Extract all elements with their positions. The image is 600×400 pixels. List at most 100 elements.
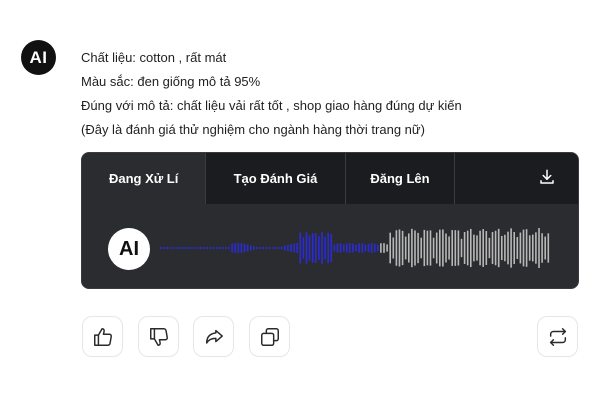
- waveform-bar: [525, 229, 528, 267]
- waveform-bar: [225, 247, 227, 249]
- waveform-bar: [253, 246, 255, 250]
- waveform-bar: [237, 243, 240, 253]
- waveform-bar: [352, 243, 354, 253]
- waveform-bar: [532, 234, 534, 262]
- waveform-bar: [435, 232, 438, 264]
- waveform-bar: [268, 247, 271, 249]
- waveform-bar: [246, 244, 249, 252]
- waveform-bar: [528, 235, 531, 261]
- download-button[interactable]: [454, 153, 578, 204]
- waveform-bar: [373, 243, 376, 253]
- thumbs-up-icon: [92, 326, 114, 348]
- waveform-bar: [262, 247, 264, 249]
- waveform-bar: [305, 232, 308, 264]
- assistant-avatar-text: AI: [29, 47, 48, 67]
- waveform-bar: [315, 233, 317, 263]
- waveform-bar: [277, 247, 280, 249]
- waveform-bar: [423, 229, 426, 267]
- assistant-avatar: AI: [21, 40, 56, 75]
- waveform-bar: [212, 247, 215, 249]
- waveform-bar: [311, 233, 314, 263]
- waveform-bar: [346, 243, 348, 253]
- waveform-bar: [457, 230, 460, 266]
- waveform-bar: [342, 244, 345, 252]
- waveform-bar: [497, 228, 500, 268]
- waveform-bar: [370, 243, 373, 253]
- waveform-bar: [296, 243, 298, 253]
- waveform-bar: [259, 247, 261, 249]
- waveform-bar: [231, 243, 233, 253]
- regenerate-button[interactable]: [537, 316, 578, 357]
- dislike-button[interactable]: [138, 316, 179, 357]
- waveform-bar: [293, 243, 295, 253]
- waveform-bar: [308, 235, 311, 261]
- waveform-bar: [249, 245, 252, 251]
- waveform-bar: [364, 244, 367, 252]
- waveform-bar: [349, 243, 351, 253]
- waveform-bar: [408, 233, 410, 263]
- waveform-bar: [494, 230, 497, 266]
- waveform-bar: [544, 236, 546, 260]
- share-button[interactable]: [193, 316, 234, 357]
- message-line: Chất liệu: cotton , rất mát: [81, 50, 227, 65]
- waveform-bar: [491, 232, 494, 264]
- waveform[interactable]: [82, 204, 579, 289]
- waveform-bar: [476, 235, 478, 261]
- waveform-bar: [395, 230, 398, 266]
- waveform-bar: [243, 243, 246, 253]
- copy-icon: [259, 326, 281, 348]
- waveform-bar: [318, 236, 320, 260]
- waveform-bar: [256, 247, 258, 249]
- waveform-bar: [271, 247, 274, 249]
- waveform-bar: [404, 236, 407, 260]
- waveform-area[interactable]: AI: [82, 204, 579, 289]
- waveform-bar: [206, 247, 209, 249]
- waveform-bar: [324, 236, 326, 260]
- player-avatar-text: AI: [119, 237, 139, 260]
- waveform-bar: [535, 232, 537, 264]
- repeat-icon: [547, 326, 569, 348]
- waveform-bar: [169, 247, 171, 249]
- waveform-bar: [184, 247, 187, 249]
- waveform-bar: [321, 232, 323, 264]
- player-avatar: AI: [108, 228, 150, 270]
- tab-create-review[interactable]: Tạo Đánh Giá: [205, 153, 345, 204]
- waveform-bar: [420, 237, 422, 259]
- waveform-bar: [398, 229, 401, 267]
- copy-button[interactable]: [249, 316, 290, 357]
- waveform-bar: [482, 229, 484, 267]
- waveform-bar: [327, 232, 329, 264]
- waveform-bar: [439, 229, 441, 267]
- waveform-bar: [191, 247, 193, 249]
- waveform-bar: [442, 229, 444, 267]
- waveform-bar: [448, 236, 450, 260]
- chat-page: AI Chất liệu: cotton , rất mát Màu sắc: …: [0, 0, 600, 400]
- waveform-bar: [265, 247, 267, 249]
- waveform-bar: [218, 247, 221, 249]
- waveform-bar: [234, 243, 236, 253]
- tab-publish[interactable]: Đăng Lên: [345, 153, 454, 204]
- waveform-bar: [488, 237, 491, 259]
- message-line: Đúng với mô tả: chất liệu vải rất tốt , …: [81, 98, 462, 113]
- waveform-bar: [222, 247, 224, 249]
- waveform-bar: [172, 247, 174, 249]
- waveform-bar: [473, 234, 475, 262]
- waveform-bar: [284, 245, 286, 251]
- waveform-bar: [392, 237, 395, 259]
- message-line: (Đây là đánh giá thử nghiệm cho ngành hà…: [81, 122, 425, 137]
- waveform-bar: [361, 243, 364, 253]
- waveform-bar: [240, 243, 243, 253]
- waveform-bar: [203, 247, 205, 249]
- waveform-bar: [485, 231, 488, 265]
- waveform-bar: [228, 247, 230, 249]
- waveform-bar: [445, 233, 447, 263]
- waveform-bar: [513, 231, 515, 265]
- tab-processing[interactable]: Đang Xử Lí: [82, 153, 205, 204]
- waveform-bar: [432, 237, 435, 259]
- waveform-bar: [358, 243, 360, 253]
- like-button[interactable]: [82, 316, 123, 357]
- player-tabs: Đang Xử Lí Tạo Đánh Giá Đăng Lên: [82, 153, 578, 204]
- waveform-bar: [510, 228, 512, 268]
- waveform-bar: [280, 246, 283, 250]
- waveform-bar: [426, 230, 429, 266]
